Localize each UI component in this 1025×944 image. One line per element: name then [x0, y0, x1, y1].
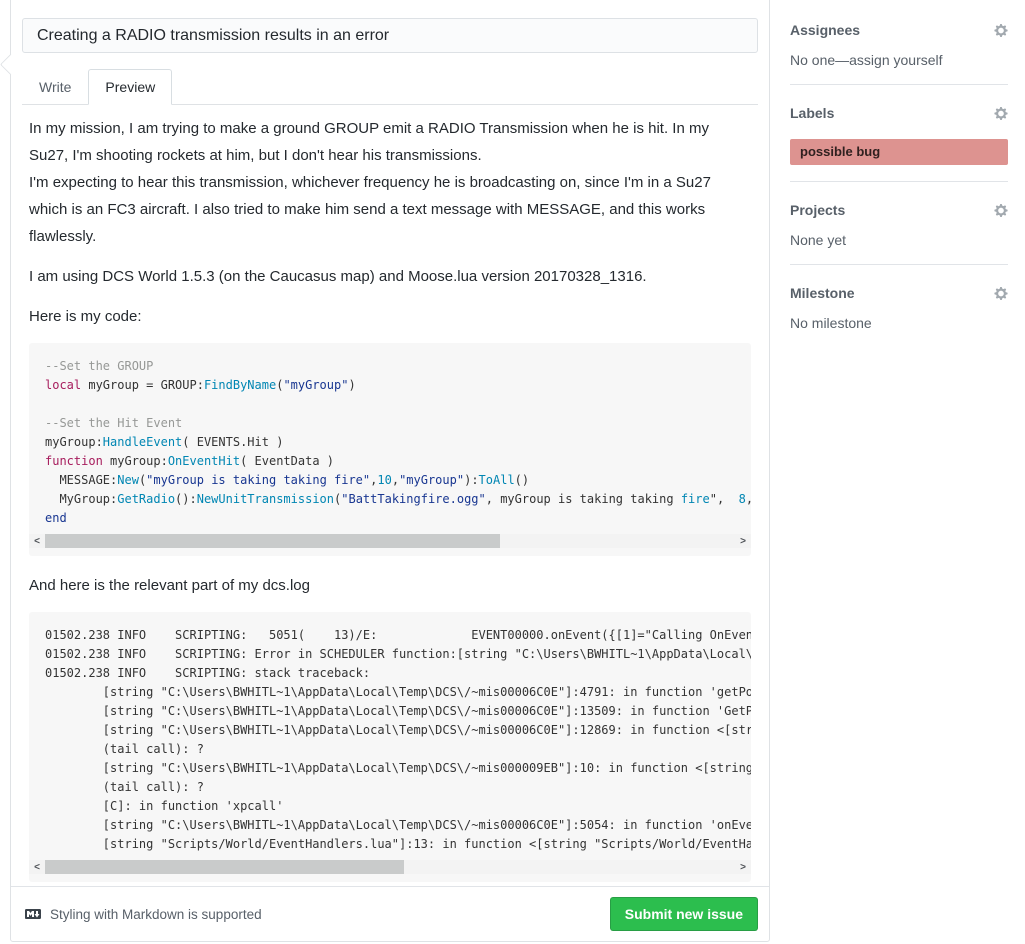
markdown-supported-link[interactable]: Styling with Markdown is supported	[22, 906, 262, 922]
paragraph-intro: In my mission, I am trying to make a gro…	[29, 115, 751, 250]
sidebar-section-assignees: Assignees No one—assign yourself	[790, 22, 1008, 85]
submit-new-issue-button[interactable]: Submit new issue	[610, 897, 758, 931]
markdown-icon	[22, 906, 44, 922]
markdown-note-label: Styling with Markdown is supported	[50, 907, 262, 922]
labels-heading: Labels	[790, 105, 834, 121]
tab-preview[interactable]: Preview	[88, 69, 172, 105]
lua-code-block: --Set the GROUPlocal myGroup = GROUP:Fin…	[29, 343, 751, 556]
scroll-left-icon[interactable]: <	[29, 534, 45, 548]
projects-heading: Projects	[790, 202, 845, 218]
issue-title-input[interactable]	[22, 18, 758, 53]
milestone-heading: Milestone	[790, 285, 855, 301]
scrollbar-thumb[interactable]	[45, 860, 404, 874]
scroll-left-icon[interactable]: <	[29, 860, 45, 874]
scroll-right-icon[interactable]: >	[735, 860, 751, 874]
log-code-block: 01502.238 INFO SCRIPTING: 5051( 13)/E: E…	[29, 612, 751, 882]
issue-sidebar: Assignees No one—assign yourself Labels …	[790, 22, 1008, 367]
assignees-gear-icon[interactable]	[994, 23, 1008, 38]
scrollbar-track[interactable]	[45, 534, 735, 548]
sidebar-section-projects: Projects None yet	[790, 202, 1008, 265]
preview-pane: In my mission, I am trying to make a gro…	[22, 105, 758, 882]
scrollbar-track[interactable]	[45, 860, 735, 874]
assignees-heading: Assignees	[790, 22, 860, 38]
projects-value: None yet	[790, 232, 1008, 248]
write-preview-tab-nav: Write Preview	[22, 69, 758, 105]
sidebar-section-labels: Labels possible bug	[790, 105, 1008, 182]
sidebar-section-milestone: Milestone No milestone	[790, 285, 1008, 347]
log-horizontal-scrollbar[interactable]: < >	[29, 860, 751, 874]
labels-gear-icon[interactable]	[994, 106, 1008, 121]
lua-code: --Set the GROUPlocal myGroup = GROUP:Fin…	[29, 343, 751, 528]
comment-footer: Styling with Markdown is supported Submi…	[11, 886, 769, 941]
tab-write[interactable]: Write	[22, 69, 88, 105]
paragraph-code-lead: Here is my code:	[29, 303, 751, 330]
issue-comment-box: Write Preview In my mission, I am trying…	[10, 0, 770, 942]
projects-gear-icon[interactable]	[994, 203, 1008, 218]
assignees-value[interactable]: No one—assign yourself	[790, 52, 1008, 68]
paragraph-log-lead: And here is the relevant part of my dcs.…	[29, 572, 751, 599]
milestone-value: No milestone	[790, 315, 1008, 331]
paragraph-version: I am using DCS World 1.5.3 (on the Cauca…	[29, 263, 751, 290]
code-horizontal-scrollbar[interactable]: < >	[29, 534, 751, 548]
milestone-gear-icon[interactable]	[994, 286, 1008, 301]
scroll-right-icon[interactable]: >	[735, 534, 751, 548]
label-possible-bug[interactable]: possible bug	[790, 139, 1008, 165]
log-code: 01502.238 INFO SCRIPTING: 5051( 13)/E: E…	[29, 612, 751, 854]
scrollbar-thumb[interactable]	[45, 534, 500, 548]
